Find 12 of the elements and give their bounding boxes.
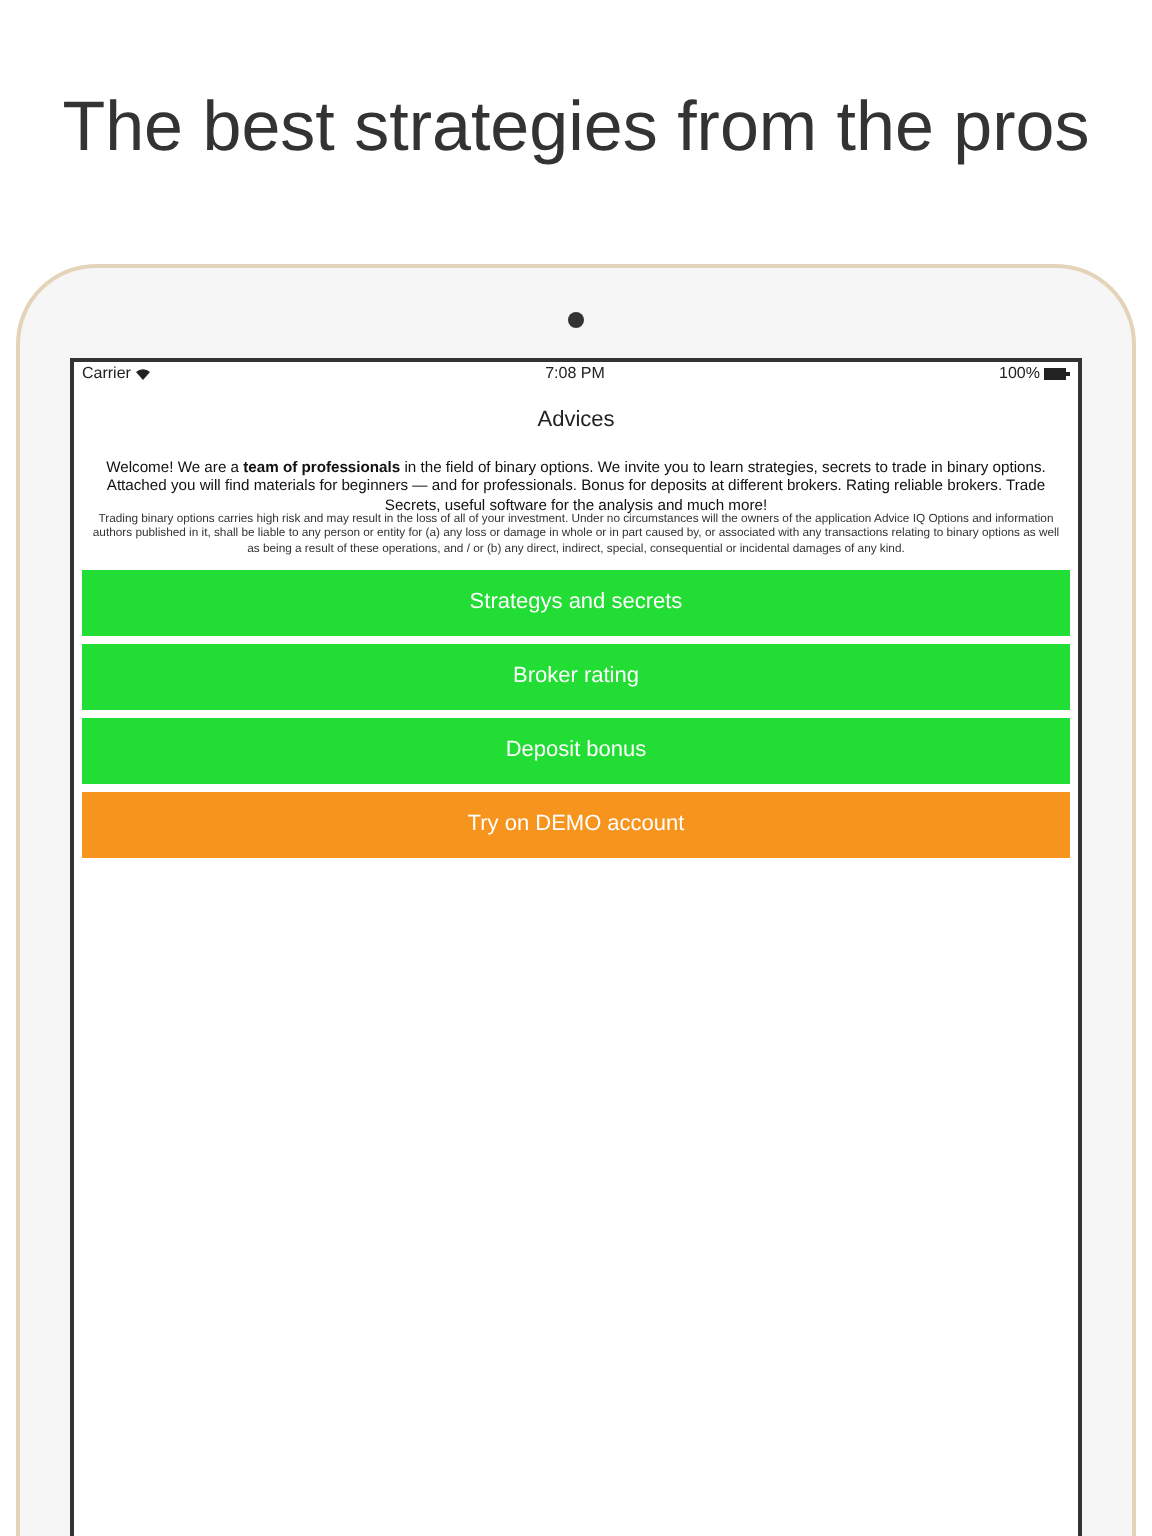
menu-button[interactable]: Try on DEMO account: [82, 791, 1070, 858]
menu-button[interactable]: Strategys and secrets: [82, 569, 1070, 636]
battery-label: 100%: [999, 362, 1040, 386]
menu-button[interactable]: Broker rating: [82, 643, 1070, 710]
carrier-label: Carrier: [82, 362, 131, 386]
battery-icon: [1044, 368, 1070, 380]
camera-icon: [568, 312, 584, 328]
nav-title: Advices: [535, 406, 617, 436]
headline: The best strategies from the pros: [62, 86, 1090, 170]
menu-button[interactable]: Deposit bonus: [82, 717, 1070, 784]
status-time: 7:08 PM: [545, 362, 605, 386]
wifi-icon: [136, 368, 151, 380]
